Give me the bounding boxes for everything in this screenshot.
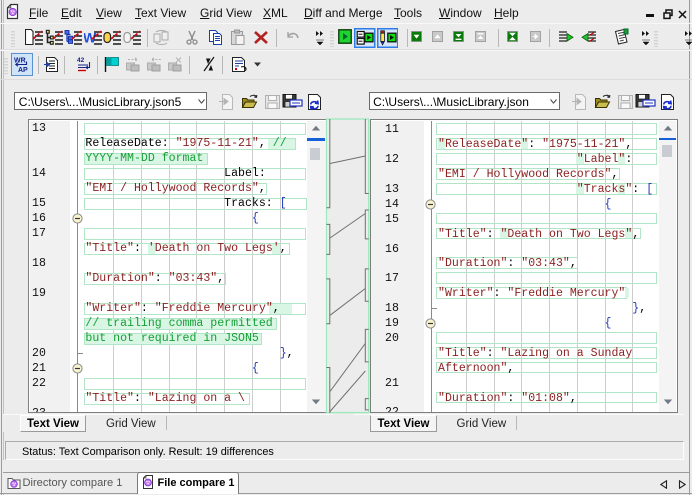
svg-text:AP: AP <box>18 67 28 74</box>
svg-text:WR: WR <box>14 58 26 65</box>
svg-text:42: 42 <box>77 57 85 64</box>
